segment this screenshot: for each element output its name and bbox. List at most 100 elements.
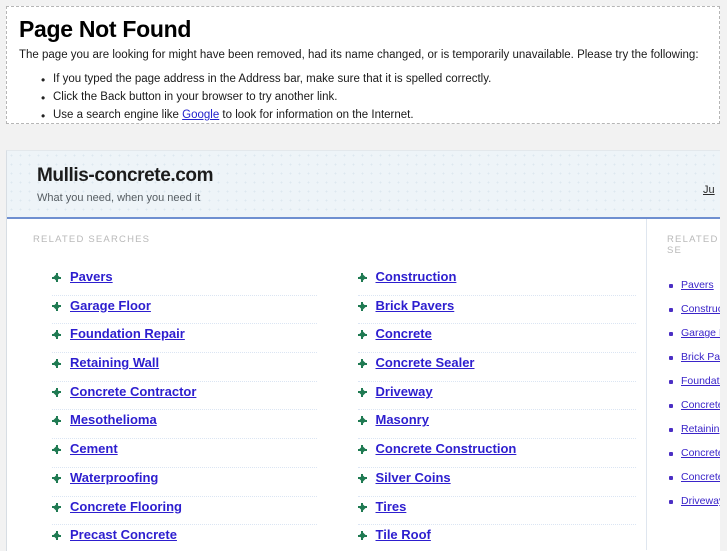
list-item[interactable]: Concrete — [357, 324, 636, 354]
related-search-link[interactable]: Mesothelioma — [70, 411, 157, 428]
list-item[interactable]: Waterproofing — [52, 468, 317, 497]
sidebar-search-link[interactable]: Concrete Contractor — [681, 470, 720, 485]
content-row: RELATED SEARCHES Pavers Garage Floor Fou… — [7, 219, 720, 550]
list-item[interactable]: Brick Pavers — [357, 296, 636, 325]
list-item[interactable]: Concrete Flooring — [52, 497, 317, 526]
related-search-link[interactable]: Driveway — [376, 383, 433, 400]
sidebar-related-searches: RELATED SE Pavers Construction Garage Fl… — [646, 219, 720, 550]
sidebar-search-link[interactable]: Concrete — [681, 398, 720, 413]
bullet-icon: • — [41, 73, 46, 87]
star-bullet-icon — [52, 473, 61, 483]
dot-bullet-icon — [669, 380, 673, 384]
star-bullet-icon — [357, 330, 367, 340]
related-search-link[interactable]: Waterproofing — [70, 469, 158, 486]
list-item[interactable]: Precast Concrete — [52, 525, 317, 551]
list-item[interactable]: Retaining Wall — [663, 422, 720, 446]
list-item[interactable]: Mesothelioma — [52, 410, 317, 440]
sidebar-search-link[interactable]: Concrete Sealer — [681, 446, 720, 461]
star-bullet-icon — [52, 445, 61, 455]
sidebar-search-link[interactable]: Retaining Wall — [681, 422, 720, 437]
star-bullet-icon — [357, 531, 367, 541]
sidebar-search-link[interactable]: Driveway — [681, 494, 720, 509]
list-item[interactable]: Brick Pavers — [663, 350, 720, 374]
list-item[interactable]: Concrete Contractor — [52, 382, 317, 411]
star-bullet-icon — [357, 445, 367, 455]
list-item[interactable]: Concrete Sealer — [663, 446, 720, 470]
list-item: • Use a search engine like Google to look… — [41, 108, 707, 123]
list-item[interactable]: Driveway — [357, 382, 636, 411]
list-item[interactable]: Cement — [52, 439, 317, 468]
site-tagline: What you need, when you need it — [37, 192, 201, 204]
related-searches-columns: Pavers Garage Floor Foundation Repair Re… — [7, 267, 646, 551]
list-item[interactable]: Construction — [357, 267, 636, 296]
sidebar-search-link[interactable]: Pavers — [681, 278, 714, 293]
related-search-link[interactable]: Concrete Sealer — [376, 354, 475, 371]
error-suggestions-list: • If you typed the page address in the Ad… — [19, 72, 707, 123]
dot-bullet-icon — [669, 308, 673, 312]
main-column: RELATED SEARCHES Pavers Garage Floor Fou… — [7, 219, 646, 550]
list-item[interactable]: Concrete Construction — [357, 439, 636, 468]
star-bullet-icon — [357, 416, 367, 426]
related-search-link[interactable]: Foundation Repair — [70, 325, 185, 342]
list-item[interactable]: Garage Floor — [52, 296, 317, 325]
header-corner-link[interactable]: Ju — [703, 184, 717, 196]
related-search-link[interactable]: Silver Coins — [376, 469, 451, 486]
list-item[interactable]: Tile Roof — [357, 525, 637, 551]
sidebar-search-link[interactable]: Brick Pavers — [681, 350, 720, 365]
google-link[interactable]: Google — [182, 109, 219, 121]
star-bullet-icon — [357, 273, 367, 282]
list-item[interactable]: Pavers — [663, 278, 720, 302]
list-item[interactable]: Concrete Sealer — [357, 353, 636, 382]
related-search-link[interactable]: Concrete Contractor — [70, 383, 196, 400]
star-bullet-icon — [52, 330, 61, 340]
related-search-link[interactable]: Garage Floor — [70, 297, 151, 314]
sidebar-search-link[interactable]: Foundation Repair — [681, 374, 720, 389]
sidebar-search-link[interactable]: Garage Floor — [681, 326, 720, 341]
dot-bullet-icon — [669, 500, 673, 504]
parked-domain-panel: Mullis-concrete.com What you need, when … — [6, 150, 720, 551]
star-bullet-icon — [52, 531, 61, 541]
related-searches-column-right: Construction Brick Pavers Concrete Concr… — [327, 267, 647, 551]
site-domain-title: Mullis-concrete.com — [37, 165, 214, 186]
related-search-link[interactable]: Brick Pavers — [376, 297, 455, 314]
dot-bullet-icon — [669, 356, 673, 360]
list-item[interactable]: Foundation Repair — [52, 324, 317, 354]
related-search-link[interactable]: Retaining Wall — [70, 354, 159, 371]
list-item[interactable]: Foundation Repair — [663, 374, 720, 398]
star-bullet-icon — [52, 273, 61, 282]
list-item[interactable]: Retaining Wall — [52, 353, 317, 382]
related-search-link[interactable]: Masonry — [376, 411, 429, 428]
suggestion-text: Use a search engine like — [53, 109, 183, 121]
related-search-link[interactable]: Concrete Construction — [376, 440, 517, 457]
related-search-link[interactable]: Tires — [376, 498, 407, 515]
star-bullet-icon — [357, 359, 367, 369]
star-bullet-icon — [52, 301, 61, 311]
related-searches-label: RELATED SEARCHES — [33, 234, 151, 245]
list-item[interactable]: Pavers — [52, 267, 317, 296]
related-search-link[interactable]: Concrete — [376, 325, 432, 342]
sidebar-search-link[interactable]: Construction — [681, 302, 720, 317]
list-item[interactable]: Silver Coins — [357, 468, 636, 497]
related-search-link[interactable]: Concrete Flooring — [70, 498, 182, 515]
list-item[interactable]: Garage Floor — [663, 326, 720, 350]
related-search-link[interactable]: Construction — [376, 268, 457, 285]
site-header: Mullis-concrete.com What you need, when … — [7, 151, 720, 219]
list-item[interactable]: Tires — [357, 497, 636, 526]
suggestion-text: If you typed the page address in the Add… — [53, 73, 492, 85]
related-search-link[interactable]: Pavers — [70, 268, 113, 285]
list-item[interactable]: Concrete — [663, 398, 720, 422]
related-search-link[interactable]: Cement — [70, 440, 118, 457]
list-item[interactable]: Masonry — [357, 410, 636, 440]
related-search-link[interactable]: Tile Roof — [376, 526, 431, 543]
list-item[interactable]: Construction — [663, 302, 720, 326]
list-item[interactable]: Driveway — [663, 494, 720, 518]
page-not-found-panel: Page Not Found The page you are looking … — [6, 6, 720, 124]
star-bullet-icon — [357, 502, 367, 512]
sidebar-list: Pavers Construction Garage Floor Brick P… — [663, 278, 720, 518]
star-bullet-icon — [357, 301, 367, 311]
list-item: • Click the Back button in your browser t… — [41, 90, 707, 105]
dot-bullet-icon — [669, 332, 673, 336]
related-search-link[interactable]: Precast Concrete — [70, 526, 177, 543]
sidebar-related-searches-label: RELATED SE — [667, 234, 719, 256]
list-item[interactable]: Concrete Contractor — [663, 470, 720, 494]
